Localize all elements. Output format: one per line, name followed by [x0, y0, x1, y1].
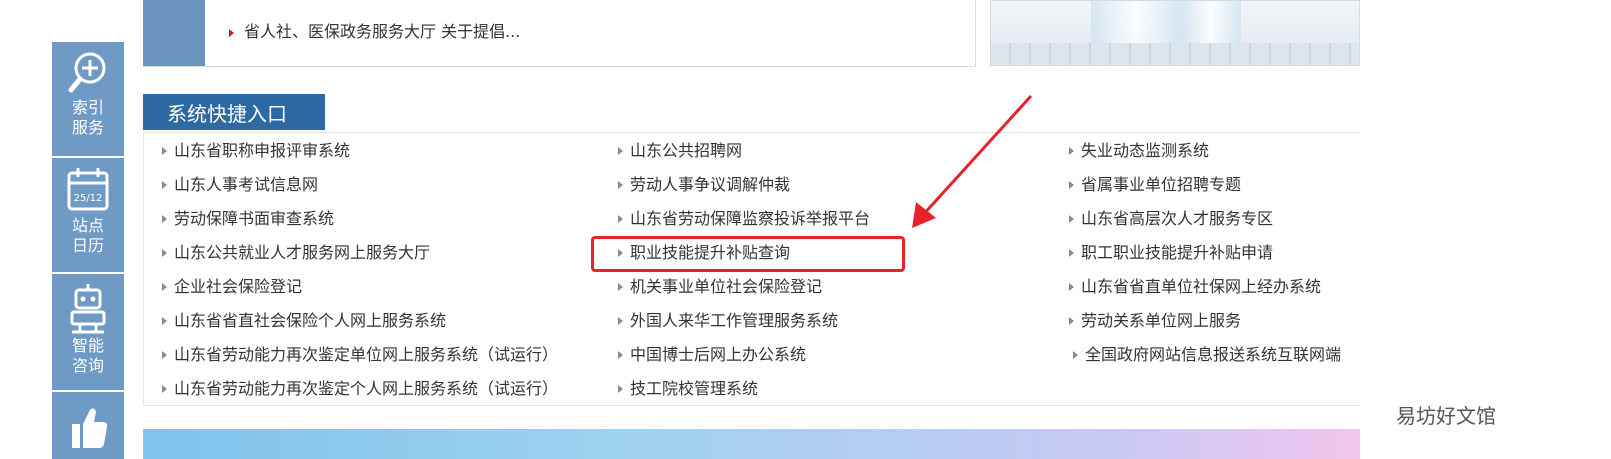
- link-item[interactable]: 技工院校管理系统: [618, 379, 758, 399]
- link-item[interactable]: 中国博士后网上办公系统: [618, 345, 806, 365]
- sidebar-item-site-calendar[interactable]: 25/12 站点 日历: [52, 158, 124, 272]
- svg-text:25/12: 25/12: [74, 193, 103, 204]
- news-panel-accent: [143, 0, 205, 66]
- robot-icon: [70, 284, 106, 334]
- arrow-icon: [618, 181, 623, 189]
- link-item[interactable]: 山东省省直社会保险个人网上服务系统: [162, 311, 446, 331]
- link-item[interactable]: 劳动人事争议调解仲裁: [618, 175, 790, 195]
- annotation-arrow-icon: [912, 94, 1033, 228]
- arrow-icon: [162, 317, 167, 325]
- zoom-in-icon: [68, 52, 106, 93]
- arrow-icon: [618, 317, 623, 325]
- link-item[interactable]: 企业社会保险登记: [162, 277, 302, 297]
- link-item[interactable]: 机关事业单位社会保险登记: [618, 277, 822, 297]
- news-item[interactable]: 省人社、医保政务服务大厅 关于提倡...: [229, 18, 520, 42]
- sidebar-item-like[interactable]: [52, 392, 124, 459]
- link-item[interactable]: 职工职业技能提升补贴申请: [1069, 243, 1273, 263]
- arrow-icon: [618, 283, 623, 291]
- banner-photo[interactable]: [990, 0, 1360, 66]
- arrow-icon: [162, 283, 167, 291]
- arrow-icon: [162, 351, 167, 359]
- arrow-icon: [1069, 215, 1074, 223]
- arrow-icon: [162, 215, 167, 223]
- sidebar-item-index-service[interactable]: 索引 服务: [52, 42, 124, 156]
- arrow-icon: [162, 147, 167, 155]
- arrow-icon: [162, 181, 167, 189]
- calendar-icon: 25/12: [67, 168, 109, 211]
- arrow-icon: [618, 147, 623, 155]
- arrow-icon: [1069, 283, 1074, 291]
- link-item[interactable]: 省属事业单位招聘专题: [1069, 175, 1241, 195]
- link-item[interactable]: 失业动态监测系统: [1069, 141, 1209, 161]
- link-item[interactable]: 劳动关系单位网上服务: [1069, 311, 1241, 331]
- link-item[interactable]: 山东省劳动能力再次鉴定个人网上服务系统（试运行）: [162, 379, 558, 399]
- arrow-icon: [1069, 249, 1074, 257]
- link-item[interactable]: 山东公共就业人才服务网上服务大厅: [162, 243, 430, 263]
- arrow-icon: [162, 385, 167, 393]
- link-item[interactable]: 劳动保障书面审查系统: [162, 209, 334, 229]
- link-item[interactable]: 山东人事考试信息网: [162, 175, 318, 195]
- link-item[interactable]: 山东公共招聘网: [618, 141, 742, 161]
- news-panel: 省人社、医保政务服务大厅 关于提倡...: [143, 0, 976, 67]
- arrow-icon: [1069, 147, 1074, 155]
- section-title: 系统快捷入口: [143, 94, 325, 130]
- arrow-icon: [162, 249, 167, 257]
- link-item[interactable]: 山东省劳动保障监察投诉举报平台: [618, 209, 870, 229]
- link-item[interactable]: 外国人来华工作管理服务系统: [618, 311, 838, 331]
- arrow-icon: [618, 351, 623, 359]
- arrow-icon: [1073, 351, 1078, 359]
- highlight-box: [591, 236, 905, 272]
- floating-sidebar: 索引 服务 25/12 站点 日历 智能 咨询: [52, 42, 124, 459]
- bottom-banner[interactable]: [143, 429, 1360, 459]
- link-item[interactable]: 山东省高层次人才服务专区: [1069, 209, 1273, 229]
- link-item[interactable]: 全国政府网站信息报送系统互联网端: [1073, 345, 1341, 365]
- sidebar-item-smart-consult[interactable]: 智能 咨询: [52, 274, 124, 390]
- arrow-icon: [1069, 181, 1074, 189]
- link-item[interactable]: 山东省劳动能力再次鉴定单位网上服务系统（试运行）: [162, 345, 558, 365]
- bullet-icon: [229, 28, 234, 37]
- thumbs-up-icon: [72, 408, 108, 448]
- arrow-icon: [618, 385, 623, 393]
- arrow-icon: [618, 215, 623, 223]
- watermark: 易坊好文馆: [1396, 404, 1496, 428]
- link-item[interactable]: 山东省省直单位社保网上经办系统: [1069, 277, 1321, 297]
- link-item[interactable]: 山东省职称申报评审系统: [162, 141, 350, 161]
- arrow-icon: [1069, 317, 1074, 325]
